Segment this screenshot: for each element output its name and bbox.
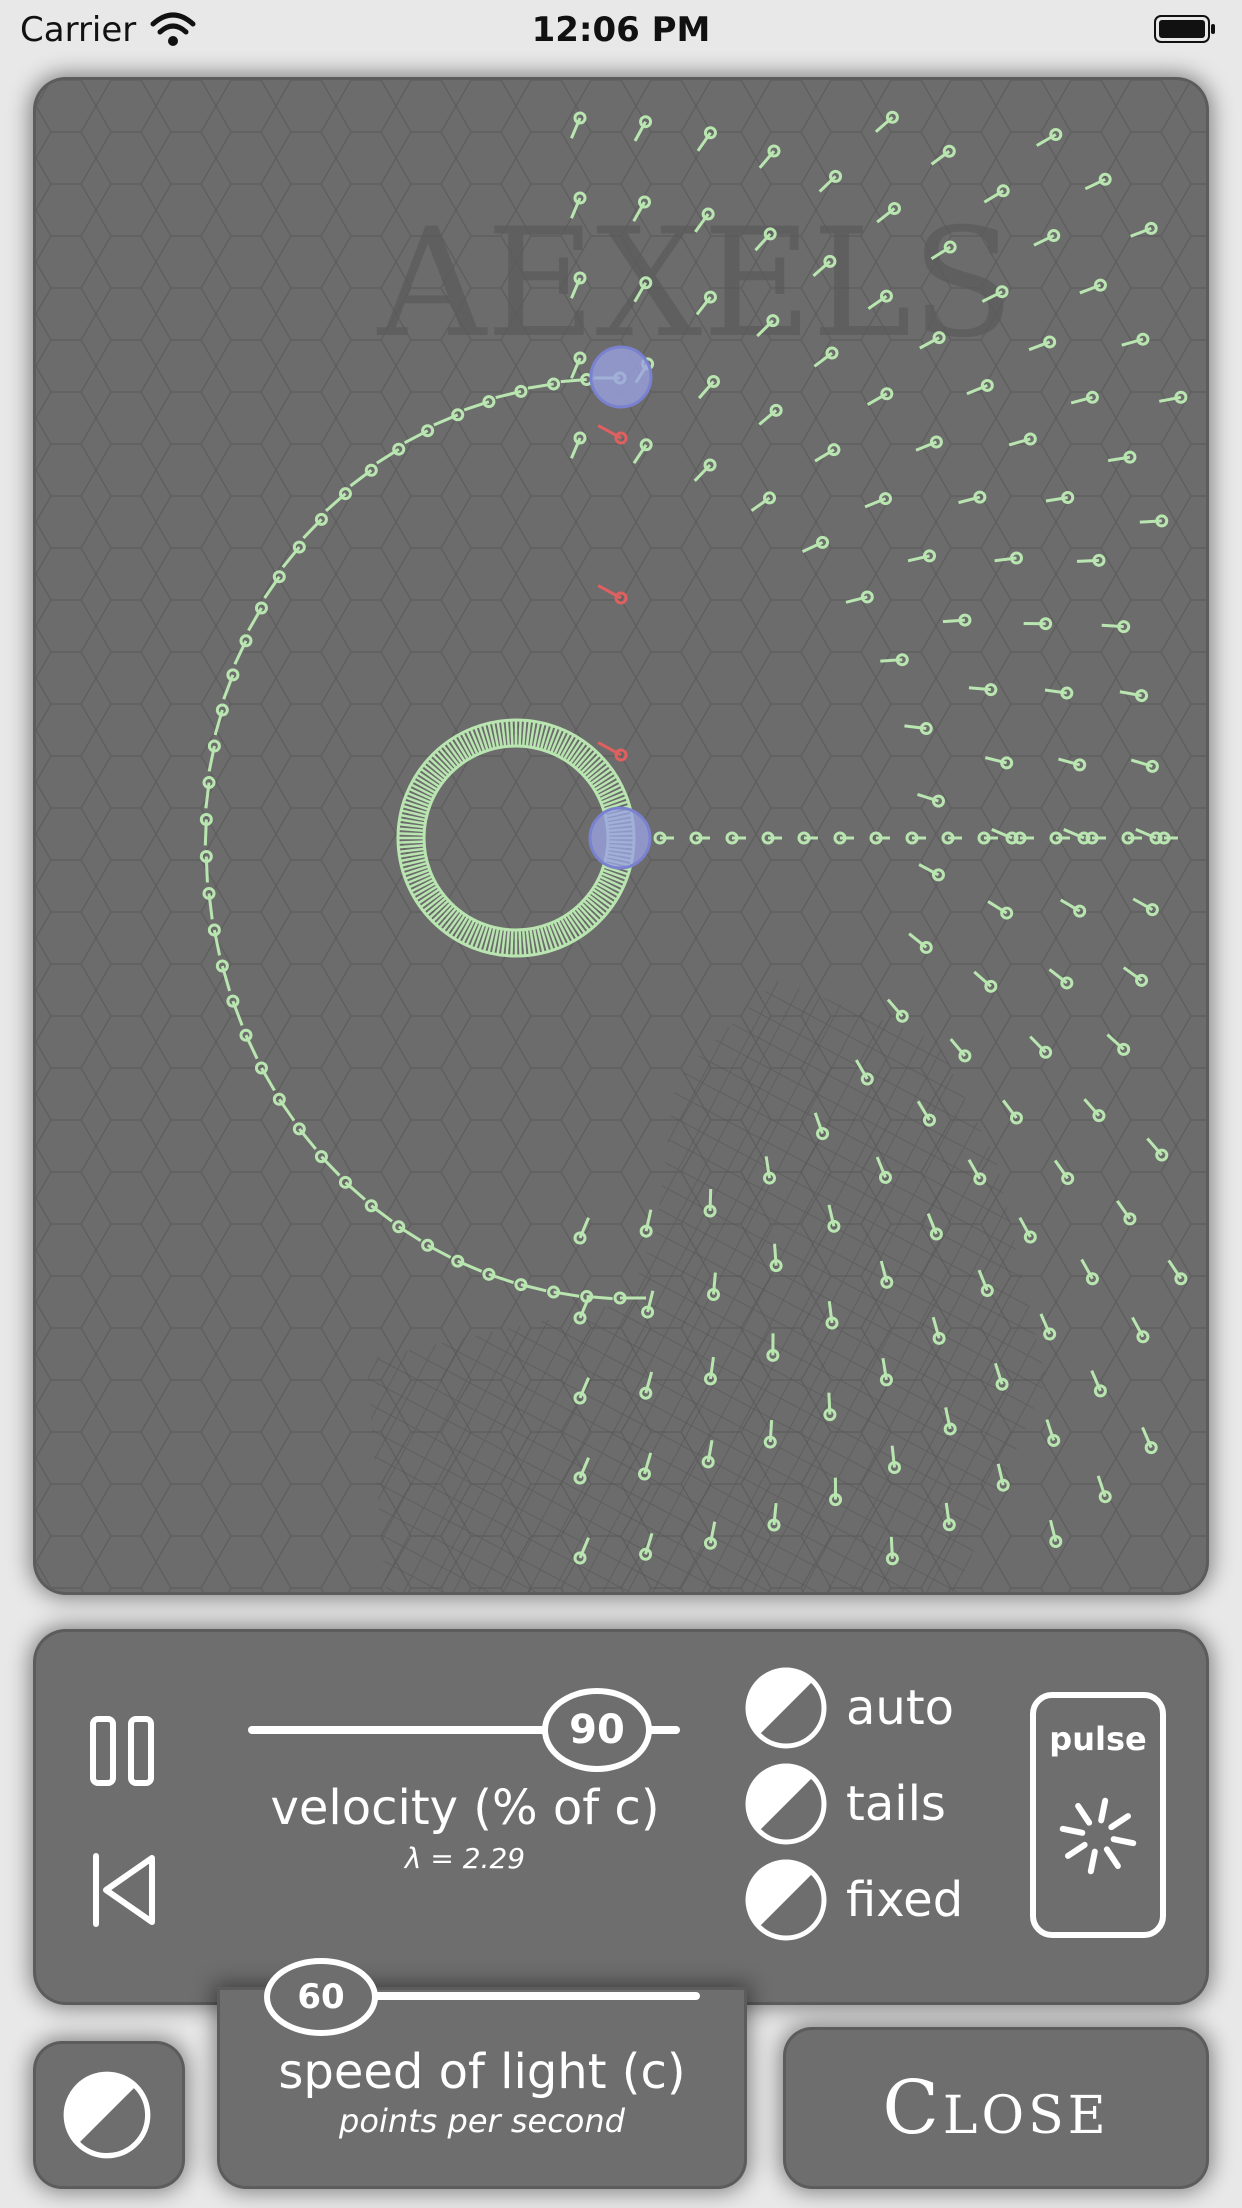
aexel-tail	[1139, 519, 1162, 524]
emitter-center	[588, 806, 652, 870]
emitter-upper	[589, 345, 653, 409]
status-bar: Carrier 12:06 PM	[0, 0, 1242, 62]
battery-icon	[1154, 15, 1215, 43]
light-slider-knob[interactable]: 60	[264, 1958, 378, 2036]
pause-icon[interactable]	[90, 1716, 154, 1786]
toggle-fixed-label: fixed	[846, 1872, 964, 1928]
pulse-label: pulse	[1049, 1720, 1147, 1758]
burst-icon	[1059, 1797, 1137, 1875]
toggle-auto-label: auto	[846, 1680, 955, 1736]
aexel-tail	[889, 1536, 894, 1559]
theme-button-panel[interactable]	[36, 2044, 182, 2186]
light-value: 60	[297, 1977, 345, 2017]
toggle-tails-label: tails	[846, 1776, 946, 1832]
half-circle-icon[interactable]	[744, 1762, 828, 1846]
half-circle-icon[interactable]	[62, 2070, 152, 2160]
light-label: speed of light (c)	[278, 2044, 686, 2100]
simulation-panel[interactable]: AEXELS	[36, 80, 1206, 1592]
toggle-fixed[interactable]: fixed	[744, 1858, 963, 1942]
watermark: AEXELS	[377, 197, 1014, 371]
velocity-label: velocity (% of c)	[270, 1780, 660, 1836]
status-time: 12:06 PM	[531, 10, 711, 50]
aexel-tail	[1101, 623, 1124, 629]
aexel-tail	[1076, 558, 1100, 563]
lambda-label: λ = 2.29	[404, 1842, 526, 1875]
aexel-tail	[827, 1392, 832, 1415]
aexel-tail	[768, 1420, 774, 1443]
half-circle-icon[interactable]	[744, 1666, 828, 1750]
aexel-tail	[880, 658, 903, 663]
close-button[interactable]: Close	[786, 2030, 1206, 2186]
velocity-slider-knob[interactable]: 90	[542, 1688, 652, 1772]
velocity-value: 90	[569, 1707, 625, 1753]
toggle-tails[interactable]: tails	[744, 1762, 946, 1846]
pulse-button[interactable]: pulse	[1030, 1692, 1166, 1938]
close-label: Close	[882, 2065, 1110, 2151]
toggle-auto[interactable]: auto	[744, 1666, 954, 1750]
aexel-tail	[708, 1188, 713, 1212]
light-sublabel: points per second	[339, 2102, 625, 2140]
simulation-canvas[interactable]: AEXELS	[36, 80, 1206, 1592]
skip-back-icon[interactable]	[90, 1852, 158, 1928]
half-circle-icon[interactable]	[744, 1858, 828, 1942]
